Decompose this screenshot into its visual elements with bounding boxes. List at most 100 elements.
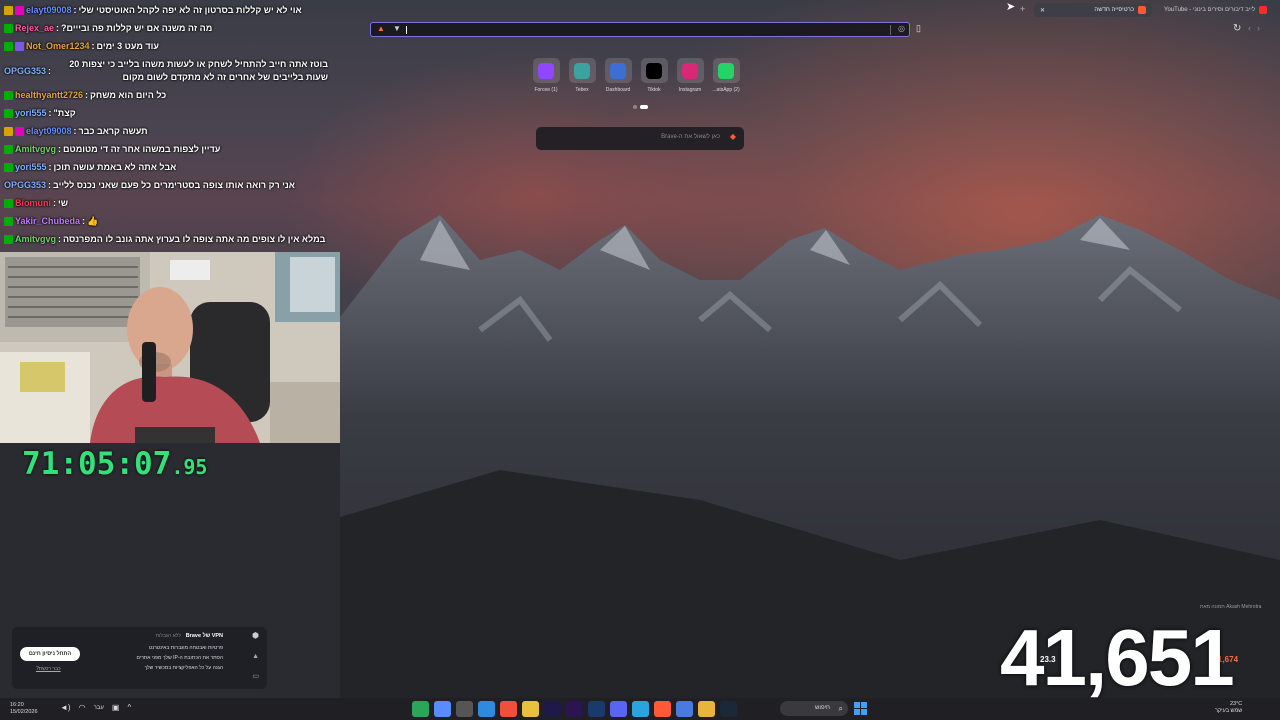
chat-username[interactable]: yori555	[15, 161, 47, 174]
chat-username[interactable]: Not_Omer1234	[26, 40, 90, 53]
system-clock[interactable]: 16:20 15/02/2026	[10, 702, 38, 716]
photo-credit[interactable]: תמונה מאת Akash Mehrotra	[1200, 604, 1261, 610]
taskbar-search[interactable]: חיפוש ⌕	[780, 701, 848, 716]
mod-badge-icon	[4, 145, 13, 154]
chat-separator: :	[53, 198, 56, 208]
brave-vpn-promo: ⬢ ▲ ▭ VPN של Brave ללא הגבלות פרטיות ואב…	[12, 627, 267, 689]
tile-box	[676, 58, 704, 83]
weather-widget[interactable]: 23°C שמש בעיקר	[1215, 701, 1242, 715]
chat-username[interactable]: OPGG353	[4, 65, 46, 78]
mod-badge-icon	[4, 235, 13, 244]
vpn-feature: הגנה על כל האפליקציות במכשיר שלך	[144, 665, 223, 671]
top-site-tile[interactable]: Tiktok	[640, 58, 668, 93]
lens-icon[interactable]: ◎	[898, 24, 905, 33]
rewards-icon[interactable]: ▼	[393, 24, 401, 33]
chat-separator: :	[48, 65, 52, 76]
tile-box	[712, 58, 740, 83]
language-indicator[interactable]: עבר	[94, 705, 104, 711]
vip-badge-icon	[15, 127, 24, 136]
timer-main: 71:05:07	[22, 446, 172, 482]
divider	[890, 25, 891, 35]
ai-search-box[interactable]: כאן לשאול את ה-Brave ◆	[536, 127, 744, 150]
mod-badge-icon	[4, 91, 13, 100]
top-site-tile[interactable]: ...atsApp (2)	[712, 58, 740, 93]
chat-username[interactable]: Biomuni	[15, 197, 51, 210]
already-purchased-link[interactable]: כבר רכשת?	[36, 666, 61, 672]
premiere-icon[interactable]	[566, 701, 583, 717]
brave-shield-icon[interactable]: ▲	[377, 24, 385, 33]
chat-username[interactable]: elayt09008	[26, 125, 72, 138]
top-site-tile[interactable]: Forcee (1)	[532, 58, 560, 93]
tile-box	[568, 58, 596, 83]
vpn-shield-icon: ⬢	[252, 631, 259, 640]
start-button[interactable]	[854, 702, 867, 715]
drive-icon[interactable]	[412, 701, 429, 717]
folder-icon[interactable]	[698, 701, 715, 717]
stream-chat-overlay: elayt09008 : אוי לא יש קללות בסרטון זה ל…	[0, 2, 330, 249]
chat-username[interactable]: Amitvgvg	[15, 143, 56, 156]
pagination-dots[interactable]	[633, 105, 648, 109]
calendar-icon[interactable]	[676, 701, 693, 717]
chat-username[interactable]: Amitvgvg	[15, 233, 56, 246]
page-dot[interactable]	[633, 105, 637, 109]
reload-icon[interactable]: ↻	[1233, 23, 1241, 34]
chat-message: Amitvgvg : במלא אין לו צופים מה אתה צופה…	[0, 231, 330, 249]
chat-username[interactable]: healthyantt2726	[15, 89, 83, 102]
close-tab-icon[interactable]: ✕	[1040, 7, 1045, 14]
sub-badge-icon	[15, 42, 24, 51]
chrome-icon[interactable]	[522, 701, 539, 717]
chat-message: Biomuni : שי	[0, 195, 330, 213]
bookmark-icon[interactable]: ▯	[916, 23, 921, 34]
top-site-tile[interactable]: Instagram	[676, 58, 704, 93]
taskbar-apps	[412, 701, 737, 717]
brave-icon[interactable]	[654, 701, 671, 717]
mod-badge-icon	[4, 42, 13, 51]
chat-username[interactable]: OPGG353	[4, 179, 46, 192]
chat-username[interactable]: Yakir_Chubeda	[15, 215, 80, 228]
nav-arrows-icon[interactable]: ‹›	[1248, 23, 1266, 33]
chat-username[interactable]: elayt09008	[26, 4, 72, 17]
top-site-tile[interactable]: Tebex	[568, 58, 596, 93]
telegram-icon[interactable]	[632, 701, 649, 717]
chat-text: עוד מעט 3 ימים	[96, 41, 159, 51]
mod-badge-icon	[4, 217, 13, 226]
tile-label: Forcee (1)	[534, 87, 558, 93]
tab-label: כרטיסייה חדשה	[1094, 7, 1134, 13]
terminal-icon[interactable]	[456, 701, 473, 717]
up-arrow-icon[interactable]: ▲	[252, 653, 259, 660]
steam-icon[interactable]	[720, 701, 737, 717]
tab-new-tab[interactable]: כרטיסייה חדשה ✕	[1034, 3, 1152, 17]
browser-icon[interactable]	[434, 701, 451, 717]
chat-text: אוי לא יש קללות בסרטון זה לא יפה לקהל הא…	[78, 5, 302, 15]
chat-separator: :	[48, 108, 52, 118]
top-site-tile[interactable]: Dashboard	[604, 58, 632, 93]
panel-icon[interactable]: ▭	[252, 672, 259, 680]
chat-message: Not_Omer1234 : עוד מעט 3 ימים	[0, 38, 330, 56]
copilot-icon[interactable]: ▣	[112, 703, 120, 712]
photoshop-icon[interactable]	[588, 701, 605, 717]
speaker-icon[interactable]: ◄)	[60, 703, 71, 712]
chat-message: yori555 : אבל אתה לא באמת עושה תוכן	[0, 159, 330, 177]
wifi-icon[interactable]: ◠	[79, 703, 86, 712]
aftereffects-icon[interactable]	[544, 701, 561, 717]
vpn-subtitle: ללא הגבלות	[155, 633, 181, 639]
tile-box	[604, 58, 632, 83]
tab-youtube[interactable]: לייב דיבורים וסירים בינוני - YouTube	[1158, 3, 1273, 17]
address-bar[interactable]: ▲ ▼ ◎	[370, 22, 910, 37]
search-placeholder: כאן לשאול את ה-Brave	[661, 134, 720, 140]
tile-box	[532, 58, 560, 83]
weather-temp: 23°C	[1229, 701, 1243, 707]
discord-icon[interactable]	[610, 701, 627, 717]
chat-separator: :	[73, 126, 77, 136]
chat-text: שי	[58, 198, 68, 208]
new-tab-button[interactable]: +	[1020, 4, 1025, 14]
start-trial-button[interactable]: התחל ניסיון חינם	[20, 647, 80, 661]
mouse-cursor-icon: ➤	[1006, 1, 1016, 13]
git-icon[interactable]	[500, 701, 517, 717]
chat-username[interactable]: Rejex_ae	[15, 22, 54, 35]
vscode-icon[interactable]	[478, 701, 495, 717]
tile-box	[640, 58, 668, 83]
page-dot-active[interactable]	[640, 105, 648, 109]
chat-username[interactable]: yori555	[15, 107, 47, 120]
chevron-up-icon[interactable]: ^	[127, 703, 131, 712]
